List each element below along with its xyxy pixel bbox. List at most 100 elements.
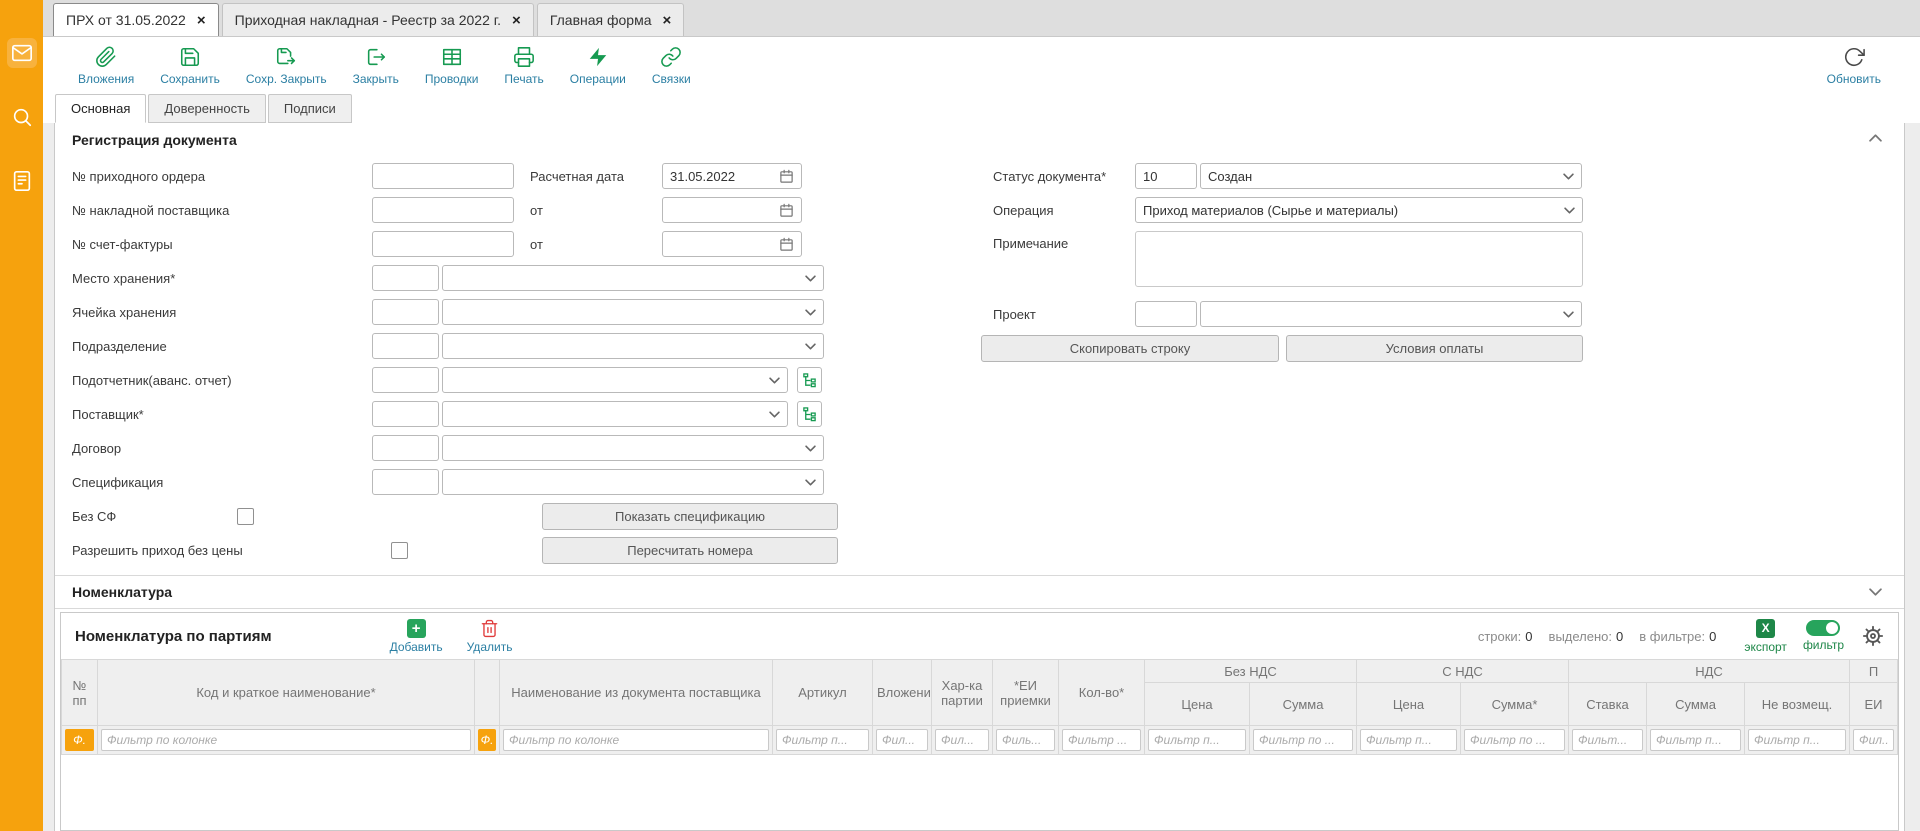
column-header-sum-novat[interactable]: Сумма [1250, 683, 1357, 726]
add-row-button[interactable]: + Добавить [390, 619, 443, 654]
no-invoice-checkbox[interactable] [237, 508, 254, 525]
settings-gear-icon[interactable] [1862, 625, 1884, 647]
attachments-button[interactable]: Вложения [65, 37, 147, 94]
filter-options-button[interactable]: Ф. [65, 729, 94, 751]
close-tab-icon[interactable]: × [197, 13, 206, 28]
calendar-icon[interactable] [779, 203, 794, 218]
column-header-attachments[interactable]: Вложени [873, 660, 932, 726]
supplier-code-input[interactable] [372, 401, 439, 427]
links-button[interactable]: Связки [639, 37, 704, 94]
accountable-hierarchy-button[interactable] [797, 367, 822, 393]
toggle-on-icon[interactable] [1806, 620, 1840, 636]
filter-input[interactable] [1853, 729, 1894, 751]
window-tab-document[interactable]: ПРХ от 31.05.2022 × [53, 3, 219, 36]
filter-input[interactable] [1572, 729, 1643, 751]
calendar-icon[interactable] [779, 237, 794, 252]
column-header-batch-char[interactable]: Хар-ка партии [932, 660, 993, 726]
close-button[interactable]: Закрыть [340, 37, 412, 94]
close-tab-icon[interactable]: × [663, 13, 672, 28]
note-textarea[interactable] [1135, 231, 1583, 287]
save-close-button[interactable]: Сохр. Закрыть [233, 37, 340, 94]
delete-row-button[interactable]: Удалить [467, 619, 513, 654]
column-header-supplier-name[interactable]: Наименование из документа поставщика [500, 660, 773, 726]
column-header-rate[interactable]: Ставка [1569, 683, 1647, 726]
mail-icon[interactable] [7, 38, 37, 68]
calc-date-input[interactable]: 31.05.2022 [662, 163, 802, 189]
column-header-npp[interactable]: № пп [62, 660, 98, 726]
filter-input[interactable] [996, 729, 1055, 751]
status-code-input[interactable]: 10 [1135, 163, 1197, 189]
chevron-up-icon[interactable] [1869, 134, 1882, 142]
show-specification-button[interactable]: Показать спецификацию [542, 503, 838, 530]
status-select[interactable]: Создан [1200, 163, 1582, 189]
invoice-no-input[interactable] [372, 231, 514, 257]
column-header-unit-receipt[interactable]: *ЕИ приемки [993, 660, 1059, 726]
chevron-down-icon[interactable] [1869, 588, 1882, 596]
supplier-doc-date-input[interactable] [662, 197, 802, 223]
storage-select[interactable] [442, 265, 824, 291]
filter-input[interactable] [1062, 729, 1141, 751]
supplier-select[interactable] [442, 401, 788, 427]
filter-toggle[interactable]: фильтр [1803, 620, 1844, 652]
column-header-nonrefund[interactable]: Не возмещ. [1745, 683, 1850, 726]
refresh-button[interactable]: Обновить [1814, 37, 1894, 94]
column-header-quantity[interactable]: Кол-во* [1059, 660, 1145, 726]
storage-cell-select[interactable] [442, 299, 824, 325]
specification-code-input[interactable] [372, 469, 439, 495]
filter-input[interactable] [776, 729, 869, 751]
filter-input[interactable] [876, 729, 928, 751]
tab-main[interactable]: Основная [55, 94, 146, 123]
export-excel-button[interactable]: X экспорт [1744, 619, 1787, 654]
invoice-date-input[interactable] [662, 231, 802, 257]
close-tab-icon[interactable]: × [512, 13, 521, 28]
save-button[interactable]: Сохранить [147, 37, 233, 94]
filter-input[interactable] [101, 729, 471, 751]
storage-code-input[interactable] [372, 265, 439, 291]
catalog-icon[interactable] [7, 166, 37, 196]
table-empty-body[interactable] [61, 755, 1898, 830]
storage-cell-code-input[interactable] [372, 299, 439, 325]
search-icon[interactable] [7, 102, 37, 132]
print-button[interactable]: Печать [491, 37, 556, 94]
accountable-select[interactable] [442, 367, 788, 393]
operations-button[interactable]: Операции [557, 37, 639, 94]
contract-code-input[interactable] [372, 435, 439, 461]
copy-row-button[interactable]: Скопировать строку [981, 335, 1279, 362]
column-header-unit[interactable]: ЕИ [1850, 683, 1898, 726]
calendar-icon[interactable] [779, 169, 794, 184]
postings-button[interactable]: Проводки [412, 37, 492, 94]
division-select[interactable] [442, 333, 824, 359]
specification-select[interactable] [442, 469, 824, 495]
recalculate-numbers-button[interactable]: Пересчитать номера [542, 537, 838, 564]
filter-input[interactable] [1650, 729, 1741, 751]
column-header-sum-vat[interactable]: Сумма* [1461, 683, 1569, 726]
project-code-input[interactable] [1135, 301, 1197, 327]
accountable-code-input[interactable] [372, 367, 439, 393]
column-header-code-name[interactable]: Код и краткое наименование* [98, 660, 475, 726]
supplier-hierarchy-button[interactable] [797, 401, 822, 427]
window-tab-main-form[interactable]: Главная форма × [537, 3, 684, 36]
filter-input[interactable] [1148, 729, 1246, 751]
column-header-vat-sum[interactable]: Сумма [1647, 683, 1745, 726]
filter-input[interactable] [1360, 729, 1457, 751]
contract-select[interactable] [442, 435, 824, 461]
operation-select[interactable]: Приход материалов (Сырье и материалы) [1135, 197, 1583, 223]
filter-input[interactable] [1253, 729, 1353, 751]
column-header-article[interactable]: Артикул [773, 660, 873, 726]
project-select[interactable] [1200, 301, 1582, 327]
payment-terms-button[interactable]: Условия оплаты [1286, 335, 1583, 362]
tab-power-of-attorney[interactable]: Доверенность [148, 94, 265, 123]
filter-input[interactable] [503, 729, 769, 751]
column-header-price-vat[interactable]: Цена [1357, 683, 1461, 726]
filter-input[interactable] [935, 729, 989, 751]
division-code-input[interactable] [372, 333, 439, 359]
window-tab-registry[interactable]: Приходная накладная - Реестр за 2022 г. … [222, 3, 534, 36]
supplier-doc-no-input[interactable] [372, 197, 514, 223]
filter-input[interactable] [1464, 729, 1565, 751]
filter-input[interactable] [1748, 729, 1846, 751]
tab-signatures[interactable]: Подписи [268, 94, 352, 123]
order-no-input[interactable] [372, 163, 514, 189]
column-header-price-novat[interactable]: Цена [1145, 683, 1250, 726]
allow-no-price-checkbox[interactable] [391, 542, 408, 559]
filter-options-button[interactable]: Ф. [478, 729, 496, 751]
